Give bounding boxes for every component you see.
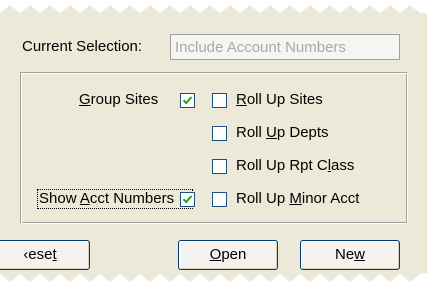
group-sites-label: Group Sites	[79, 91, 159, 108]
roll-up-depts-checkbox[interactable]	[212, 126, 227, 141]
current-selection-field[interactable]: Include Account Numbers	[170, 34, 400, 60]
show-acct-numbers-label: Show Acct Numbers	[39, 190, 175, 207]
reset-button[interactable]: ‹eset	[0, 240, 90, 270]
current-selection-label: Current Selection:	[22, 38, 143, 55]
group-sites-checkbox[interactable]	[180, 93, 195, 108]
roll-up-rpt-class-checkbox[interactable]	[212, 159, 227, 174]
show-acct-numbers-checkbox[interactable]	[180, 192, 195, 207]
new-button[interactable]: New	[300, 240, 400, 270]
check-icon	[182, 195, 193, 204]
roll-up-minor-acct-checkbox[interactable]	[212, 192, 227, 207]
roll-up-minor-acct-label: Roll Up Minor Acct	[236, 190, 360, 207]
dialog-panel: Current Selection: Include Account Numbe…	[0, 0, 435, 292]
roll-up-rpt-class-label: Roll Up Rpt Class	[236, 157, 355, 174]
roll-up-sites-label: Roll Up Sites	[236, 91, 323, 108]
roll-up-sites-checkbox[interactable]	[212, 93, 227, 108]
open-button[interactable]: Open	[178, 240, 278, 270]
roll-up-depts-label: Roll Up Depts	[236, 124, 329, 141]
check-icon	[182, 96, 193, 105]
